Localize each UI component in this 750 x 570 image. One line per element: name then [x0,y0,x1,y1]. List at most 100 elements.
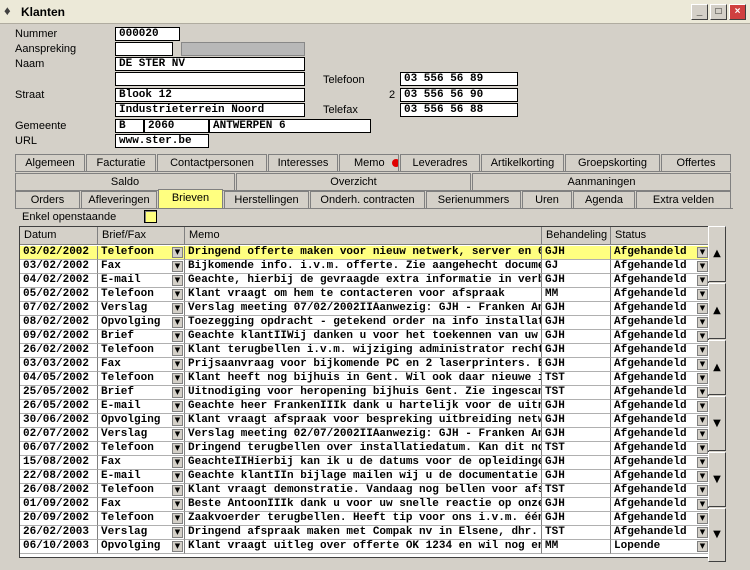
chevron-down-icon[interactable]: ▼ [697,373,708,384]
memo-cell[interactable]: Beste AntoonIIIk dank u voor uw snelle r… [185,498,542,512]
brief-fax-cell[interactable]: Telefoon ▼ [98,344,185,358]
chevron-down-icon[interactable]: ▼ [172,261,183,272]
brief-fax-cell[interactable]: E-mail ▼ [98,470,185,484]
chevron-down-icon[interactable]: ▼ [697,429,708,440]
memo-cell[interactable]: Bijkomende info. i.v.m. offerte. Zie aan… [185,260,542,274]
status-cell[interactable]: Afgehandeld ▼ [611,526,708,540]
behandeling-cell[interactable]: GJH [542,470,611,484]
table-row[interactable]: 26/02/2002 Telefoon ▼ Klant terugbellen i.v… [20,344,708,358]
chevron-down-icon[interactable]: ▼ [172,359,183,370]
brief-fax-cell[interactable]: Telefoon ▼ [98,512,185,526]
straat2-field[interactable]: Industrieterrein Noord [115,103,305,117]
status-cell[interactable]: Lopende ▼ [611,540,708,554]
memo-cell[interactable]: Dringend afspraak maken met Compak nv in… [185,526,542,540]
tab-leveradres[interactable]: Leveradres [400,154,480,171]
datum-cell[interactable]: 02/07/2002 [20,428,98,442]
table-row[interactable]: 02/07/2002 Verslag ▼ Verslag meeting 02/07/… [20,428,708,442]
chevron-down-icon[interactable]: ▼ [172,317,183,328]
last-icon[interactable]: ▼ [708,508,726,562]
status-cell[interactable]: Afgehandeld ▼ [611,274,708,288]
tab-extra-velden[interactable]: Extra velden [636,191,731,208]
tab-aanmaningen[interactable]: Aanmaningen [472,173,731,190]
behandeling-cell[interactable]: GJH [542,456,611,470]
status-cell[interactable]: Afgehandeld ▼ [611,442,708,456]
chevron-down-icon[interactable]: ▼ [172,247,183,258]
chevron-down-icon[interactable]: ▼ [172,541,183,552]
straat-field[interactable]: Blook 12 [115,88,305,102]
status-cell[interactable]: Afgehandeld ▼ [611,302,708,316]
chevron-down-icon[interactable]: ▼ [697,457,708,468]
nummer-field[interactable]: 000020 [115,27,180,41]
behandeling-cell[interactable]: GJ [542,260,611,274]
chevron-down-icon[interactable]: ▼ [172,499,183,510]
chevron-down-icon[interactable]: ▼ [697,541,708,552]
behandeling-cell[interactable]: MM [542,288,611,302]
behandeling-cell[interactable]: GJH [542,512,611,526]
table-row[interactable]: 08/02/2002 Opvolging ▼ Toezegging opdracht … [20,316,708,330]
tab-interesses[interactable]: Interesses [268,154,338,171]
datum-cell[interactable]: 03/03/2002 [20,358,98,372]
behandeling-cell[interactable]: GJH [542,344,611,358]
memo-cell[interactable]: Toezegging opdracht - getekend order na … [185,316,542,330]
brief-fax-cell[interactable]: Opvolging ▼ [98,316,185,330]
datum-cell[interactable]: 09/02/2002 [20,330,98,344]
memo-cell[interactable]: Klant heeft nog bijhuis in Gent. Wil ook… [185,372,542,386]
tab-overzicht[interactable]: Overzicht [236,173,471,190]
memo-cell[interactable]: Klant vraagt afspraak voor bespreking ui… [185,414,542,428]
memo-cell[interactable]: Geachte klantIIn bijlage mailen wij u de… [185,470,542,484]
chevron-down-icon[interactable]: ▼ [697,261,708,272]
memo-cell[interactable]: Dringend terugbellen over installatiedat… [185,442,542,456]
table-row[interactable]: 04/02/2002 E-mail ▼ Geachte, hierbij de gev… [20,274,708,288]
status-cell[interactable]: Afgehandeld ▼ [611,456,708,470]
tab-brieven[interactable]: Brieven [158,189,223,208]
tab-groepskorting[interactable]: Groepskorting [565,154,660,171]
memo-cell[interactable]: Klant vraagt uitleg over offerte OK 1234… [185,540,542,554]
enkel-openstaande-checkbox[interactable] [144,210,157,223]
chevron-down-icon[interactable]: ▼ [697,415,708,426]
chevron-down-icon[interactable]: ▼ [697,443,708,454]
chevron-down-icon[interactable]: ▼ [697,331,708,342]
telefoon-field[interactable]: 03 556 56 89 [400,72,518,86]
brief-fax-cell[interactable]: Brief ▼ [98,386,185,400]
tab-afleveringen[interactable]: Afleveringen [81,191,157,208]
table-row[interactable]: 15/08/2002 Fax ▼ GeachteIIHierbij kan ik u … [20,456,708,470]
status-cell[interactable]: Afgehandeld ▼ [611,358,708,372]
tab-herstellingen[interactable]: Herstellingen [224,191,309,208]
chevron-down-icon[interactable]: ▼ [697,485,708,496]
brief-fax-cell[interactable]: Telefoon ▼ [98,484,185,498]
previous-icon[interactable]: ▲ [708,340,726,395]
chevron-down-icon[interactable]: ▼ [172,457,183,468]
status-cell[interactable]: Afgehandeld ▼ [611,470,708,484]
datum-cell[interactable]: 26/02/2002 [20,344,98,358]
behandeling-cell[interactable]: MM [542,540,611,554]
datum-cell[interactable]: 15/08/2002 [20,456,98,470]
memo-cell[interactable]: Klant vraagt demonstratie. Vandaag nog b… [185,484,542,498]
status-cell[interactable]: Afgehandeld ▼ [611,246,708,260]
aanspreking-detail-field[interactable] [181,42,305,56]
brief-fax-cell[interactable]: Brief ▼ [98,330,185,344]
status-cell[interactable]: Afgehandeld ▼ [611,512,708,526]
brief-fax-cell[interactable]: Verslag ▼ [98,428,185,442]
tab-memo[interactable]: Memo [339,154,399,171]
status-cell[interactable]: Afgehandeld ▼ [611,400,708,414]
chevron-down-icon[interactable]: ▼ [172,513,183,524]
brief-fax-cell[interactable]: Telefoon ▼ [98,246,185,260]
table-row[interactable]: 04/05/2002 Telefoon ▼ Klant heeft nog bijhu… [20,372,708,386]
chevron-down-icon[interactable]: ▼ [697,345,708,356]
status-cell[interactable]: Afgehandeld ▼ [611,414,708,428]
behandeling-cell[interactable]: GJH [542,358,611,372]
datum-cell[interactable]: 06/10/2003 [20,540,98,554]
tab-facturatie[interactable]: Facturatie [86,154,156,171]
memo-cell[interactable]: Dringend offerte maken voor nieuw netwer… [185,246,542,260]
datum-cell[interactable]: 20/09/2002 [20,512,98,526]
first-icon[interactable]: ▲︎ [708,226,726,282]
table-row[interactable]: 22/08/2002 E-mail ▼ Geachte klantIIn bijlag… [20,470,708,484]
behandeling-cell[interactable]: TST [542,386,611,400]
table-row[interactable]: 26/02/2003 Verslag ▼ Dringend afspraak make… [20,526,708,540]
chevron-down-icon[interactable]: ▼ [697,401,708,412]
next-icon[interactable]: ▼ [708,396,726,451]
status-cell[interactable]: Afgehandeld ▼ [611,372,708,386]
status-cell[interactable]: Afgehandeld ▼ [611,498,708,512]
memo-cell[interactable]: Geachte klantIIWij danken u voor het toe… [185,330,542,344]
brief-fax-cell[interactable]: Opvolging ▼ [98,414,185,428]
